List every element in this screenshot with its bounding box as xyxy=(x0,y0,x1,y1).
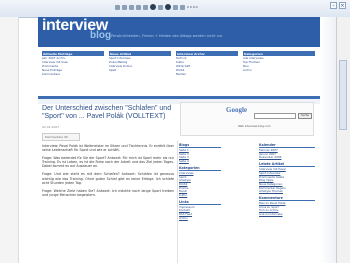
sidebar-link[interactable]: Kultur xyxy=(179,194,221,198)
article-paragraph: Interview: Pavel Polák ist Weltmeister i… xyxy=(42,144,174,153)
article-title[interactable]: Der Unterschied zwischen "Schlafen" und … xyxy=(42,105,177,121)
nav-link[interactable]: Medien xyxy=(176,72,238,76)
article-paragraph: Frage: Welche Ziele haben Sie? Antwort: … xyxy=(42,188,174,197)
refresh-icon[interactable] xyxy=(136,4,141,10)
browser-toolbar: 2 0 0 0 xyxy=(115,3,198,11)
home-icon[interactable] xyxy=(143,4,148,10)
column-divider xyxy=(177,141,178,263)
blog-page: interview blog Persönlichkeiten, Firmen … xyxy=(38,17,320,263)
page-shadow xyxy=(320,17,336,263)
nav-column-1: Aktuelle Einträge Jahr 2007 Archiv Inter… xyxy=(42,51,104,76)
favorites-icon[interactable] xyxy=(158,4,163,10)
search-input[interactable] xyxy=(254,113,296,119)
nav-link[interactable]: Spaß xyxy=(109,68,171,72)
sidebar-heading: Kategorien xyxy=(179,166,221,171)
sidebar-heading: Blogs xyxy=(179,143,221,148)
sidebar-link[interactable]: Lifestyle Themen xyxy=(259,190,315,194)
site-header: interview blog Persönlichkeiten, Firmen … xyxy=(38,17,320,47)
sidebar-heading: Kommentare xyxy=(259,196,315,202)
print-icon[interactable] xyxy=(180,4,185,10)
sidebar-link[interactable]: Lisa zu Interview xyxy=(259,213,315,217)
article-paragraph: Frage: Und wie steht es mit dem Schlafen… xyxy=(42,172,174,185)
top-navigation: Aktuelle Einträge Jahr 2007 Archiv Inter… xyxy=(38,48,320,96)
nav-link[interactable]: Kommentare xyxy=(42,72,104,76)
search-panel xyxy=(180,102,314,136)
left-margin xyxy=(0,17,19,263)
scrollbar-thumb[interactable] xyxy=(339,60,347,130)
back-icon[interactable] xyxy=(115,4,120,10)
browser-titlebar: 2 0 0 0 – × xyxy=(0,0,350,18)
search-icon[interactable] xyxy=(150,4,156,10)
nav-column-4: Kategorien Alle Interviews Top Themen Ne… xyxy=(243,51,315,72)
sidebar-heading: Links xyxy=(179,200,221,205)
mail-icon[interactable] xyxy=(173,4,178,10)
toolbar-text: 2 0 0 0 xyxy=(187,5,198,9)
vertical-scrollbar[interactable] xyxy=(336,17,350,263)
close-icon[interactable]: × xyxy=(339,2,346,9)
stop-icon[interactable] xyxy=(129,4,134,10)
site-tagline: Persönlichkeiten, Firmen + Helden des Al… xyxy=(111,34,223,38)
search-scope-options[interactable]: Web interview-blog.com xyxy=(238,124,271,128)
nav-link[interactable]: Archiv xyxy=(243,68,315,72)
search-button[interactable]: Suche xyxy=(298,113,312,119)
sidebar-link[interactable]: Archiv xyxy=(179,217,221,221)
minimize-icon[interactable]: – xyxy=(330,2,337,9)
sidebar-heading: Kalender xyxy=(259,143,315,148)
nav-column-2: Neue Artikel Sport Interview Zukunftsblo… xyxy=(109,51,171,72)
window-controls: – × xyxy=(330,2,346,9)
sidebar-link[interactable]: Seite 4 xyxy=(179,160,221,164)
google-logo: Google xyxy=(226,106,247,114)
article-paragraph: Frage: Was bedeutet für Sie der Sport? A… xyxy=(42,156,174,169)
history-icon[interactable] xyxy=(165,4,171,10)
nav-column-3: Interview Archiv Technik Kultur Wirtscha… xyxy=(176,51,238,76)
sidebar-heading: Letzte Artikel xyxy=(259,162,315,168)
sidebar-right: Kalender Februar 2007 Januar 2007 Dezemb… xyxy=(259,141,315,217)
comments-link[interactable]: Kommentare (8) xyxy=(42,133,80,141)
logo-blog[interactable]: blog xyxy=(90,30,111,41)
article-body: Interview: Pavel Polák ist Weltmeister i… xyxy=(42,144,174,263)
article-date: 02.02.2007 xyxy=(42,125,60,129)
sidebar-link[interactable]: Dezember 2006 xyxy=(259,156,315,160)
forward-icon[interactable] xyxy=(122,4,127,10)
sidebar-middle: Blogs Seite 1 Seite 2 Seite 3 Seite 4 Ka… xyxy=(179,141,221,221)
